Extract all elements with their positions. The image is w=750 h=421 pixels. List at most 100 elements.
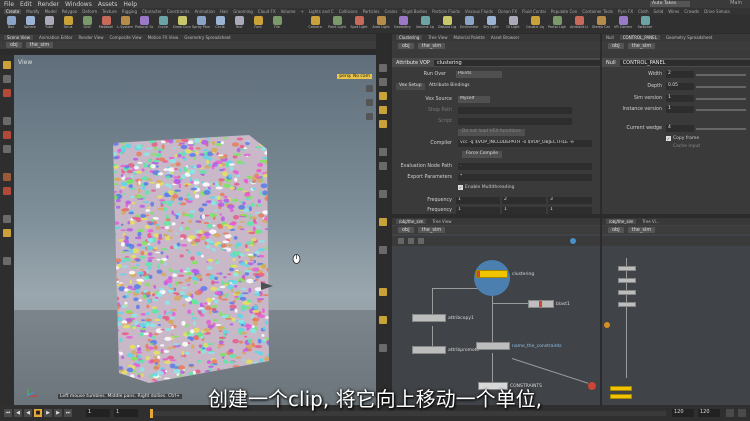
shelf-tab[interactable]: Rigid Bodies (402, 9, 427, 14)
shelf-tool-grid[interactable]: Grid (78, 15, 96, 33)
display-options-icon[interactable] (366, 85, 373, 92)
shelf-tool-tube[interactable]: Tube (40, 15, 58, 33)
instance-version-slider[interactable] (696, 109, 746, 111)
shelf-tab[interactable]: Cloud FX (258, 9, 276, 14)
takes-field[interactable]: Auto Takes (650, 1, 690, 7)
shelf-tab[interactable]: + (300, 9, 303, 14)
key-icon[interactable] (726, 409, 734, 417)
tab-null[interactable]: Null (606, 35, 614, 40)
handle-tool-icon[interactable] (3, 89, 11, 97)
width-slider[interactable] (696, 74, 746, 76)
tab-tree-view[interactable]: Tree View (428, 35, 447, 40)
mini-node[interactable] (618, 266, 636, 271)
snap-curve-icon[interactable] (379, 120, 387, 128)
playhead-marker[interactable] (150, 409, 153, 418)
shelf-tab[interactable]: Lights and C (309, 9, 334, 14)
run-over-menu[interactable]: Points (456, 71, 502, 78)
path-obj[interactable]: obj (608, 43, 624, 49)
settings-icon[interactable] (738, 409, 746, 417)
ghost-icon[interactable] (379, 218, 387, 226)
shelf-tool-spot-light[interactable]: Spot Light (350, 15, 368, 33)
cache-input-label[interactable]: Cache Input (673, 144, 700, 149)
shelf-tool-switcher[interactable]: Switcher (636, 15, 654, 33)
shelf-tab[interactable]: Viscous Fluids (465, 9, 493, 14)
shelf-tool-draw-curve[interactable]: Draw Curve (173, 15, 191, 33)
tab-motion-fx-view[interactable]: Motion FX View (148, 35, 179, 40)
shelf-tab[interactable]: Collisions (339, 9, 358, 14)
mini-output-icon[interactable] (604, 322, 610, 328)
end-frame-field[interactable]: 120 (672, 409, 694, 417)
frequency-1-y[interactable]: 2 (502, 197, 546, 204)
mini-node[interactable] (618, 302, 636, 307)
sim-version-slider[interactable] (696, 98, 746, 100)
shelf-tool-area-light[interactable]: Area Light (372, 15, 390, 33)
width-field[interactable]: 2 (666, 71, 694, 78)
shelf-tool-gi-light[interactable]: GI Light (504, 15, 522, 33)
scale-tool-icon[interactable] (3, 145, 11, 153)
current-wedge-field[interactable]: 4 (666, 125, 694, 132)
copy-frame-checkbox[interactable]: ✓ Copy frame (666, 136, 699, 141)
tab-asset-browser[interactable]: Asset Browser (491, 35, 519, 40)
shelf-tool-caustic-light[interactable]: Caustic Light (526, 15, 544, 33)
play-reverse-icon[interactable]: ◀ (24, 409, 32, 417)
shelf-tab[interactable]: Grains (384, 9, 397, 14)
select-tool-icon[interactable] (3, 61, 11, 69)
lock-icon[interactable] (379, 78, 387, 86)
instance-version-field[interactable]: 1 (666, 106, 694, 113)
shelf-tool-stereo-cam[interactable]: Stereo Cam (592, 15, 610, 33)
network-tool-icon[interactable] (418, 238, 424, 244)
shelf-tab[interactable]: Fluid Contai (522, 9, 546, 14)
eval-path-field[interactable]: . (458, 163, 592, 170)
rotate-tool-icon[interactable] (3, 131, 11, 139)
shelf-tab[interactable]: Container Tools (582, 9, 613, 14)
subtab-vex-setup[interactable]: Vex Setup (396, 83, 425, 90)
shelf-tool-l-system[interactable]: L-System (116, 15, 134, 33)
shelf-tab[interactable]: Solid (654, 9, 664, 14)
path-node[interactable]: the_sim (25, 42, 54, 48)
shelf-tool-metaball[interactable]: Metaball (97, 15, 115, 33)
display-normals-icon[interactable] (379, 162, 387, 170)
timeline-scrubber[interactable] (150, 409, 666, 418)
tab-mini-network-path[interactable]: /obj/the_sim (606, 219, 637, 224)
sim-version-field[interactable]: 1 (666, 95, 694, 102)
snap-grid-icon[interactable] (379, 92, 387, 100)
attribpromote-node[interactable] (412, 346, 446, 354)
shelf-tool-circle[interactable]: Circle (211, 15, 229, 33)
menu-render[interactable]: Render (38, 1, 59, 8)
shelf-tool-platonic-sol[interactable]: Platonic Sol (135, 15, 153, 33)
shading-icon[interactable] (366, 113, 373, 120)
attribcopy1-node[interactable] (412, 314, 446, 322)
path-obj[interactable]: obj (398, 227, 414, 233)
mini-network-editor[interactable]: /obj/the_sim Tree Vi... obj the_sim (602, 218, 750, 405)
shelf-tool-point-light[interactable]: Point Light (328, 15, 346, 33)
render-icon[interactable] (379, 344, 387, 352)
shelf-tool-curve[interactable]: Curve (154, 15, 172, 33)
step-back-icon[interactable]: ◀ (14, 409, 22, 417)
background-icon[interactable] (379, 246, 387, 254)
shelf-tab[interactable]: Animation (195, 9, 215, 14)
light-icon[interactable] (379, 288, 387, 296)
jump-start-icon[interactable]: ⏮ (4, 409, 12, 417)
path-obj[interactable]: obj (398, 43, 414, 49)
frequency-2-z[interactable]: 1 (548, 207, 592, 214)
step-forward-icon[interactable]: ▶ (54, 409, 62, 417)
menu-edit[interactable]: Edit (20, 1, 32, 8)
shelf-tool-environment[interactable]: Environment (460, 15, 478, 33)
tab-control-panel[interactable]: CONTROL_PANEL (619, 35, 660, 40)
path-node[interactable]: the_sim (627, 227, 656, 233)
shelf-tool-sphere[interactable]: Sphere (21, 15, 39, 33)
pose-tool-icon[interactable] (3, 173, 11, 181)
shelf-tab[interactable]: Cloth (638, 9, 648, 14)
shelf-tab[interactable]: Hair (220, 9, 228, 14)
lighting-icon[interactable] (366, 99, 373, 106)
control-panel-name-field[interactable]: CONTROL_PANEL (619, 59, 750, 66)
shelf-tab[interactable]: Rigging (122, 9, 137, 14)
multithreading-checkbox[interactable]: ✓ Enable Multithreading (458, 185, 514, 190)
constraints-node[interactable] (478, 382, 508, 390)
mini-node[interactable] (618, 290, 636, 295)
script-field[interactable] (458, 118, 572, 125)
shelf-tab[interactable]: Pyro FX (618, 9, 633, 14)
frequency-1-x[interactable]: 1 (456, 197, 500, 204)
path-obj[interactable]: obj (6, 42, 22, 48)
tab-composite-view[interactable]: Composite View (110, 35, 142, 40)
